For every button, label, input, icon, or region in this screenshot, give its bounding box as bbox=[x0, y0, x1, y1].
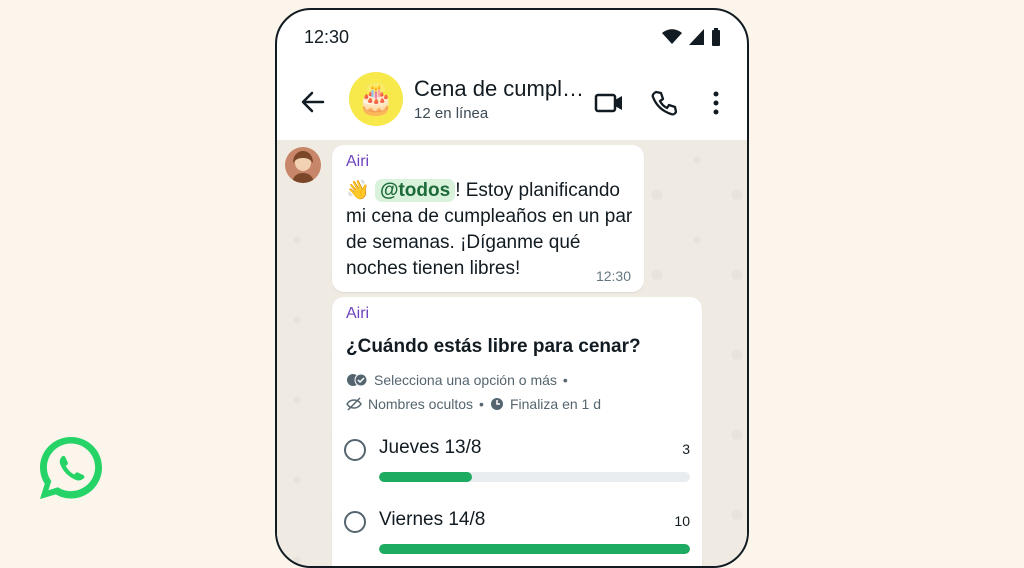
clock-icon bbox=[490, 398, 503, 410]
signal-icon bbox=[689, 29, 704, 45]
chat-header: 🎂 Cena de cumpleaños 12 en línea bbox=[277, 66, 747, 140]
message-text: 👋 @todos! Estoy planificando mi cena de … bbox=[346, 179, 633, 279]
wave-emoji: 👋 bbox=[346, 180, 370, 201]
vote-bar bbox=[379, 472, 690, 482]
status-time: 12:30 bbox=[304, 27, 350, 47]
chat-title[interactable]: Cena de cumpleaños bbox=[414, 76, 584, 102]
message-sender[interactable]: Airi bbox=[346, 153, 369, 171]
poll-question: ¿Cuándo estás libre para cenar? bbox=[346, 336, 641, 357]
message-timestamp: 12:30 bbox=[595, 268, 631, 284]
status-bar: 12:30 bbox=[277, 10, 747, 66]
option-label[interactable]: Jueves 13/8 bbox=[379, 437, 481, 459]
more-options-icon[interactable] bbox=[701, 88, 731, 118]
vote-count: 3 bbox=[682, 441, 690, 457]
hidden-eye-icon bbox=[346, 397, 362, 411]
vote-bar-fill bbox=[379, 472, 473, 482]
video-call-icon[interactable] bbox=[594, 88, 624, 118]
vote-bar-fill bbox=[379, 544, 690, 554]
vote-count: 10 bbox=[674, 513, 690, 529]
poll-sender[interactable]: Airi bbox=[346, 305, 369, 323]
mention-tag[interactable]: @todos bbox=[374, 179, 456, 202]
option-label[interactable]: Viernes 14/8 bbox=[379, 509, 485, 531]
group-avatar[interactable]: 🎂 bbox=[349, 72, 403, 126]
double-check-icon bbox=[347, 373, 368, 387]
vote-bar bbox=[379, 544, 690, 554]
radio-button[interactable] bbox=[344, 511, 366, 533]
status-icons bbox=[662, 28, 721, 46]
radio-button[interactable] bbox=[344, 439, 366, 461]
poll-bubble: Airi ¿Cuándo estás libre para cenar? Sel… bbox=[332, 297, 702, 566]
poll-meta-line-2: Nombres ocultos • Finaliza en 1 d bbox=[346, 396, 601, 412]
message-bubble[interactable]: Airi 👋 @todos! Estoy planificando mi cen… bbox=[332, 145, 644, 292]
phone-call-icon[interactable] bbox=[649, 88, 679, 118]
avatar[interactable] bbox=[285, 147, 321, 183]
back-arrow-icon[interactable] bbox=[299, 88, 327, 116]
online-count: 12 en línea bbox=[414, 105, 489, 122]
battery-icon bbox=[712, 28, 720, 46]
phone-frame: 12:30 🎂 Cena de cumpleaños 12 en línea A… bbox=[275, 8, 749, 568]
wifi-icon bbox=[662, 29, 682, 44]
chat-area: Airi 👋 @todos! Estoy planificando mi cen… bbox=[277, 140, 747, 566]
poll-meta-line-1: Selecciona una opción o más • bbox=[346, 372, 568, 388]
whatsapp-logo-icon bbox=[40, 437, 102, 499]
